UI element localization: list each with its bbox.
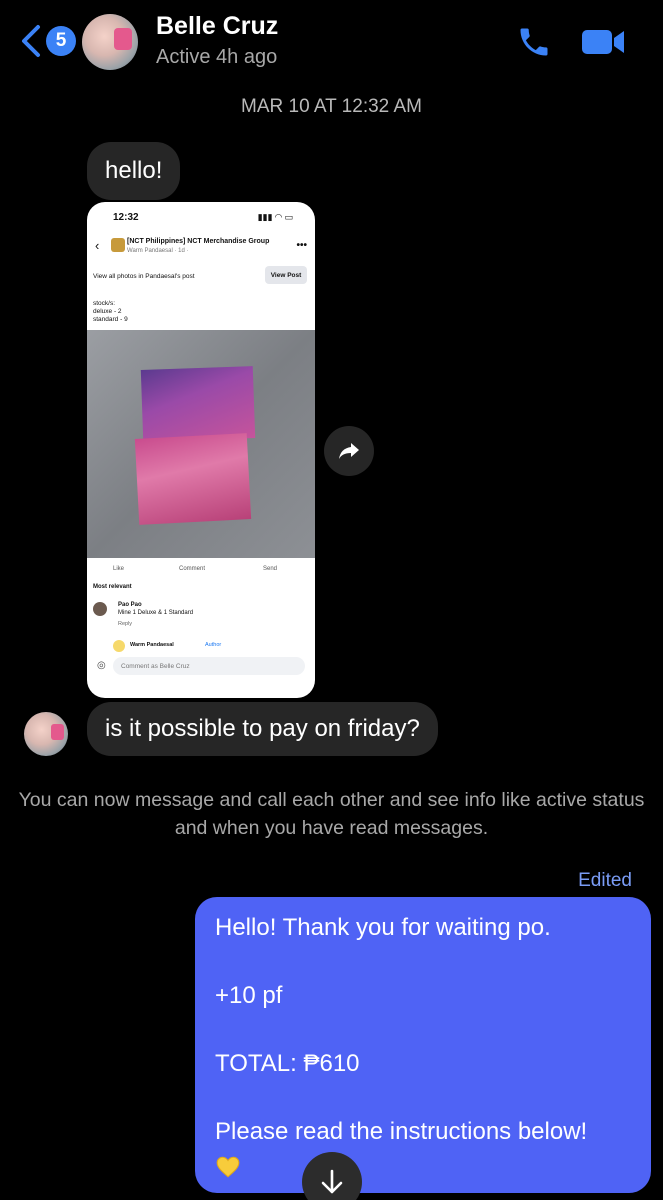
message-text: is it possible to pay on friday?: [105, 715, 420, 742]
message-line: [215, 1081, 631, 1115]
chat-header: 5 Belle Cruz Active 4h ago: [0, 0, 663, 90]
more-icon: •••: [296, 240, 307, 251]
contact-avatar[interactable]: [82, 14, 138, 70]
group-title: [NCT Philippines] NCT Merchandise Group: [127, 238, 270, 245]
commenter-name: Pao Pao: [118, 602, 142, 608]
chevron-left-icon: ‹: [95, 238, 100, 253]
phone-icon[interactable]: [516, 24, 552, 60]
signal-battery-icon: ▮▮▮ ◠ ▭: [257, 212, 293, 222]
video-call-icon[interactable]: [580, 26, 626, 58]
message-line: [215, 1013, 631, 1047]
share-arrow-icon: [339, 443, 359, 459]
post-actions: Like Comment Send: [87, 560, 315, 578]
back-button[interactable]: 5: [18, 24, 76, 58]
album-deluxe: [140, 366, 256, 442]
edited-label[interactable]: Edited: [578, 870, 632, 892]
screenshot-time: 12:32: [113, 212, 139, 223]
message-line: [215, 945, 631, 979]
contact-avatar-small[interactable]: [24, 712, 68, 756]
group-thumbnail: [111, 238, 125, 252]
contact-name[interactable]: Belle Cruz: [156, 12, 278, 41]
screenshot-status-bar: 12:32 ▮▮▮ ◠ ▭: [87, 202, 315, 230]
author-avatar: [113, 640, 125, 652]
group-subtitle: Warm Pandaesal · 1d ·: [127, 248, 189, 254]
system-notice: You can now message and call each other …: [18, 789, 645, 839]
stock-text: stock/s: deluxe - 2 standard - 9: [93, 300, 128, 323]
active-status: Active 4h ago: [156, 46, 278, 68]
shared-screenshot-image[interactable]: 12:32 ▮▮▮ ◠ ▭ ‹ [NCT Philippines] NCT Me…: [87, 202, 315, 698]
messenger-chat: 5 Belle Cruz Active 4h ago MAR 10 AT 12:…: [0, 0, 663, 1200]
view-post-button: View Post: [265, 266, 307, 284]
view-all-text: View all photos in Pandaesal's post: [93, 273, 195, 280]
message-line: TOTAL: ₱610: [215, 1050, 360, 1077]
message-timestamp: MAR 10 AT 12:32 AM: [241, 96, 422, 117]
chevron-left-icon: [22, 25, 40, 57]
incoming-message[interactable]: is it possible to pay on friday?: [87, 702, 438, 756]
message-line: +10 pf: [215, 982, 283, 1009]
most-relevant-label: Most relevant: [93, 584, 132, 590]
share-button[interactable]: [324, 426, 374, 476]
outgoing-message[interactable]: Hello! Thank you for waiting po. +10 pf …: [195, 897, 651, 1193]
camera-icon: ◎: [97, 660, 106, 671]
send-label: Send: [263, 566, 278, 572]
commenter-avatar: [93, 602, 107, 616]
message-line: Please read the instructions below!: [215, 1118, 588, 1145]
incoming-message[interactable]: hello!: [87, 142, 181, 200]
arrow-down-icon: [321, 1169, 343, 1194]
comment-text: Mine 1 Deluxe & 1 Standard: [118, 610, 194, 616]
reply-label: Reply: [118, 621, 133, 627]
comment-composer: Comment as Belle Cruz: [113, 657, 305, 675]
album-photo: [87, 330, 315, 558]
message-line: Hello! Thank you for waiting po.: [215, 914, 551, 941]
album-standard: [134, 433, 252, 525]
comment-label: Comment: [179, 566, 206, 572]
like-label: Like: [113, 566, 125, 572]
yellow-heart-icon: [216, 1156, 240, 1178]
author-name: Warm Pandaesal: [130, 642, 174, 648]
message-text: hello!: [105, 157, 163, 184]
yellow-heart-emoji-line: [215, 1149, 631, 1183]
unread-count-badge: 5: [46, 26, 76, 56]
author-badge: Author: [205, 642, 222, 648]
